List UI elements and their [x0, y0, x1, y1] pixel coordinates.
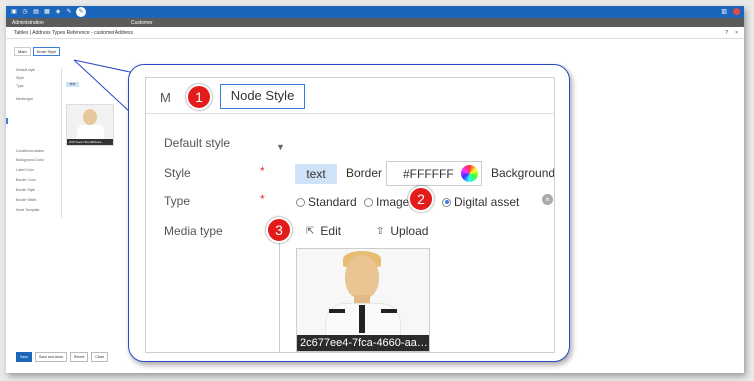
tab-main[interactable]: Main [14, 47, 31, 56]
border-label: Border [346, 166, 383, 180]
radio-image-label: Image [376, 195, 410, 209]
pin-icon[interactable]: ✎ [65, 8, 73, 16]
label-border-width: Border Width [16, 198, 37, 202]
border-color-value: #FFFFFF [403, 167, 454, 181]
breadcrumb-text: Tables | Address Types Reference - custo… [14, 30, 134, 36]
label-media-type: Media type [16, 97, 34, 101]
grid-icon[interactable]: ▦ [43, 8, 51, 16]
close-button[interactable]: Close [91, 352, 109, 362]
style-chip-small[interactable]: text [66, 82, 79, 87]
notification-icon[interactable] [733, 8, 740, 15]
color-picker-icon[interactable] [461, 165, 478, 182]
label-border-color: Border Color [16, 178, 36, 182]
home-icon[interactable]: ▣ [10, 8, 18, 16]
puzzle-icon[interactable]: ◈ [54, 8, 62, 16]
edit-button[interactable]: ⇱ Edit [306, 224, 341, 238]
avatar-tie [359, 305, 365, 333]
help-icon[interactable]: ? [725, 30, 728, 36]
radio-image[interactable]: Image [364, 195, 409, 209]
thumbnail-caption: 2c677ee4-7fca-4660-aa… [297, 335, 429, 351]
tab-main-zoom[interactable]: M [160, 90, 171, 105]
radio-circle [296, 197, 305, 207]
revert-button[interactable]: Revert [69, 352, 89, 362]
media-thumbnail[interactable]: 2c677ee4-7fca-4660-aa… [296, 248, 430, 352]
left-strip [6, 118, 8, 124]
radio-standard[interactable]: Standard [296, 195, 357, 209]
save-button[interactable]: Save [16, 352, 32, 362]
background-label: Background [491, 166, 555, 180]
zoomed-node-style-form: M Node Style Default style ▼ Style * tex… [145, 77, 555, 353]
form-buttons: Save Save and close Revert Close [16, 352, 109, 362]
form-divider [61, 68, 62, 218]
radio-digital-asset-label: Digital asset [454, 195, 520, 209]
label-conditional-states: Conditional states [16, 149, 44, 153]
epaulette-right [381, 309, 397, 313]
required-marker: * [260, 164, 265, 178]
avatar-face [83, 109, 97, 125]
label-media-type-zoom: Media type [164, 224, 223, 238]
tab-node-style[interactable]: Node Style [32, 47, 61, 56]
upload-button[interactable]: ⇧ Upload [376, 224, 428, 238]
avatar-face [345, 255, 379, 299]
epaulette-left [329, 309, 345, 313]
panel-icon[interactable]: ▥ [721, 8, 727, 15]
thumbnail-small[interactable]: 2c677ee4-7fca-4660-aa... [66, 104, 114, 146]
nav-bar: Administration Customer [6, 18, 744, 27]
label-type: Type [16, 84, 24, 88]
border-color-field[interactable]: #FFFFFF [386, 161, 482, 186]
label-default-style: Default style [16, 68, 36, 72]
nav-admin[interactable]: Administration [12, 20, 44, 26]
save-and-close-button[interactable]: Save and close [34, 352, 67, 362]
external-link-icon: ⇱ [306, 225, 315, 237]
chevron-down-icon[interactable]: ▼ [276, 142, 285, 152]
radio-circle-selected [442, 197, 451, 207]
nav-customer[interactable]: Customer [131, 20, 153, 26]
document-icon[interactable]: ▤ [32, 8, 40, 16]
breadcrumb: Tables | Address Types Reference - custo… [6, 27, 744, 39]
upload-label: Upload [390, 224, 429, 238]
upload-icon: ⇧ [376, 225, 385, 237]
thumbnail-caption-small: 2c677ee4-7fca-4660-aa... [67, 139, 113, 145]
required-marker: * [260, 192, 265, 206]
radio-circle [364, 197, 373, 207]
style-text-chip[interactable]: text [295, 164, 337, 184]
label-style: Style [16, 76, 24, 80]
avatar-body [77, 125, 104, 139]
label-background-color: Background Color [16, 158, 45, 162]
label-style-zoom: Style [164, 166, 191, 180]
label-type-zoom: Type [164, 194, 191, 208]
label-node-template: Node Template [16, 208, 40, 212]
radio-digital-asset[interactable]: Digital asset [442, 195, 519, 209]
step-marker-2: 2 [408, 186, 434, 212]
step-marker-3: 3 [266, 217, 292, 243]
close-icon[interactable]: × [735, 30, 738, 36]
clear-icon[interactable]: × [542, 194, 553, 205]
edit-label: Edit [320, 224, 342, 238]
pencil-icon[interactable]: ✎ [76, 7, 86, 17]
label-default-style-zoom: Default style [164, 136, 231, 150]
tab-bar-small: Main Node Style [14, 47, 61, 56]
top-toolbar: ▣ ◷ ▤ ▦ ◈ ✎ ✎ ▥ [6, 6, 744, 18]
radio-standard-label: Standard [308, 195, 357, 209]
clock-icon[interactable]: ◷ [21, 8, 29, 16]
tab-node-style-zoom[interactable]: Node Style [220, 84, 305, 109]
step-marker-1: 1 [186, 84, 212, 110]
label-border-style: Border Style [16, 188, 36, 192]
label-label-color: Label Color [16, 168, 34, 172]
